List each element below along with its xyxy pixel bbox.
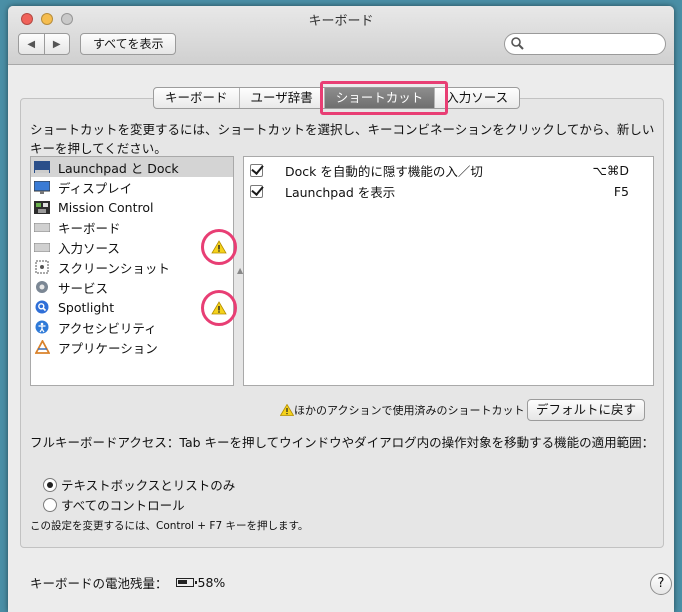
category-label: Launchpad と Dock xyxy=(58,160,179,176)
app-store-icon xyxy=(34,340,50,354)
show-all-button[interactable]: すべてを表示 xyxy=(80,33,177,55)
forward-button[interactable]: ▶ xyxy=(43,34,70,54)
category-label: アクセシビリティ xyxy=(58,320,157,336)
shortcut-checkbox[interactable] xyxy=(250,185,263,198)
accessibility-icon xyxy=(34,320,50,334)
category-label: Spotlight xyxy=(58,299,115,315)
settings-note: この設定を変更するには、Control + F7 キーを押します。 xyxy=(30,520,309,532)
category-label: キーボード xyxy=(58,220,121,236)
category-label: ディスプレイ xyxy=(58,180,133,196)
category-display[interactable]: ディスプレイ xyxy=(31,177,233,197)
category-applications[interactable]: アプリケーション xyxy=(31,337,233,357)
keyboard-icon xyxy=(34,240,50,254)
warning-icon xyxy=(211,301,227,315)
shortcut-key[interactable]: ⌥⌘D xyxy=(592,163,629,178)
radio-button[interactable] xyxy=(43,477,57,492)
radio-button[interactable] xyxy=(43,497,57,512)
search-input[interactable] xyxy=(529,36,663,54)
full-keyboard-access-label: フルキーボードアクセス：Tab キーを押してウインドウやダイアログ内の操作対象を… xyxy=(30,435,655,450)
radio-label: すべてのコントロール xyxy=(61,498,185,513)
keyboard-icon xyxy=(34,220,50,234)
shortcut-checkbox[interactable] xyxy=(250,164,263,177)
category-launchpad-dock[interactable]: Launchpad と Dock xyxy=(31,157,233,177)
shortcuts-tab-highlight xyxy=(320,81,448,115)
mission-control-icon xyxy=(34,200,50,214)
warning-icon xyxy=(280,404,294,416)
launchpad-dock-icon xyxy=(34,160,50,174)
radio-label: テキストボックスとリストのみ xyxy=(61,478,236,493)
instructions-text: ショートカットを変更するには、ショートカットを選択し、キーコンビネーションをクリ… xyxy=(30,122,655,156)
battery-icon xyxy=(175,578,197,587)
shortcut-label: Launchpad を表示 xyxy=(285,185,396,200)
restore-defaults-button[interactable]: デフォルトに戻す xyxy=(527,399,646,421)
category-label: サービス xyxy=(58,280,109,296)
battery-status: キーボードの電池残量： 58% xyxy=(30,573,225,592)
shortcut-row[interactable]: Launchpad を表示 F5 xyxy=(244,181,653,202)
spotlight-warning-highlight xyxy=(201,290,237,326)
category-mission-control[interactable]: Mission Control xyxy=(31,197,233,217)
tab-keyboard[interactable]: キーボード xyxy=(154,88,239,108)
keyboard-preferences-window: キーボード ◀ ▶ すべてを表示 キーボード ユーザ辞書 ショートカット 入力ソ… xyxy=(8,6,674,612)
display-icon xyxy=(34,180,50,194)
title-bar: キーボード ◀ ▶ すべてを表示 xyxy=(8,6,674,65)
shortcut-list: Dock を自動的に隠す機能の入／切 ⌥⌘D Launchpad を表示 F5 xyxy=(243,156,654,386)
screenshot-icon xyxy=(34,260,50,274)
category-label: Mission Control xyxy=(58,199,154,215)
window-title: キーボード xyxy=(308,14,374,29)
nav-group: ◀ ▶ xyxy=(18,33,70,55)
radio-all-controls[interactable]: すべてのコントロール xyxy=(43,495,185,514)
search-icon xyxy=(511,37,524,54)
gear-icon xyxy=(34,280,50,294)
input-sources-warning-highlight xyxy=(201,229,237,265)
search-field[interactable] xyxy=(504,33,666,55)
back-button[interactable]: ◀ xyxy=(19,34,44,54)
battery-percent: 58% xyxy=(197,575,226,590)
conflict-note: ほかのアクションで使用済みのショートカット xyxy=(280,402,524,418)
spotlight-icon xyxy=(34,300,50,314)
conflict-note-text: ほかのアクションで使用済みのショートカット xyxy=(294,404,525,417)
tab-user-dictionary[interactable]: ユーザ辞書 xyxy=(238,88,324,108)
shortcut-label: Dock を自動的に隠す機能の入／切 xyxy=(285,164,483,179)
shortcut-row[interactable]: Dock を自動的に隠す機能の入／切 ⌥⌘D xyxy=(244,160,653,181)
category-label: アプリケーション xyxy=(58,340,158,356)
help-button[interactable]: ? xyxy=(650,573,672,595)
category-keyboard[interactable]: キーボード xyxy=(31,217,233,237)
warning-icon xyxy=(211,240,227,254)
battery-label: キーボードの電池残量： xyxy=(30,576,168,591)
category-services[interactable]: サービス xyxy=(31,277,233,297)
category-label: 入力ソース xyxy=(58,240,120,256)
category-label: スクリーンショット xyxy=(58,260,170,276)
radio-text-boxes-lists[interactable]: テキストボックスとリストのみ xyxy=(43,475,235,494)
shortcut-key[interactable]: F5 xyxy=(614,184,629,199)
category-screenshots[interactable]: スクリーンショット xyxy=(31,257,233,277)
category-list: Launchpad と Dock ディスプレイ Mission Control … xyxy=(30,156,234,386)
category-accessibility[interactable]: アクセシビリティ xyxy=(31,317,233,337)
